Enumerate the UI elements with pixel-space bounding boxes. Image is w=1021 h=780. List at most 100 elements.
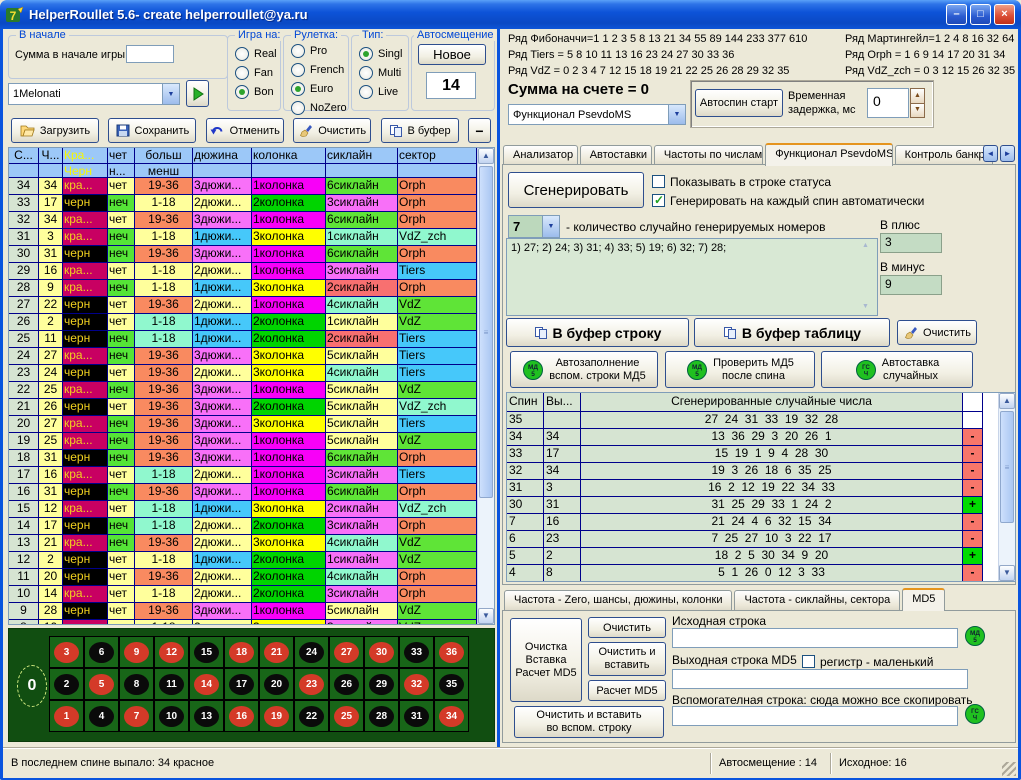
roulette-number-0[interactable]: 0	[17, 665, 47, 707]
table-row[interactable]: 289кра...неч1-181дюжи...3колонка2сиклайн…	[9, 280, 478, 297]
roulette-number-18[interactable]: 18	[229, 642, 254, 663]
roulette-number-11[interactable]: 11	[159, 674, 184, 695]
roulette-number-28[interactable]: 28	[369, 706, 394, 727]
tab-частоты-по-числам[interactable]: Частоты по числам	[654, 145, 763, 166]
table-row[interactable]: 1831черннеч19-363дюжи...1колонка6сиклайн…	[9, 450, 478, 467]
roulette-number-8[interactable]: 8	[124, 674, 149, 695]
textarea-scroll-up-icon[interactable]: ▲	[862, 239, 877, 254]
roulette-number-27[interactable]: 27	[334, 642, 359, 663]
roulette-number-2[interactable]: 2	[54, 674, 79, 695]
count-combobox[interactable]: 7 ▼	[508, 215, 560, 238]
roulette-number-7[interactable]: 7	[124, 706, 149, 727]
md5-icon[interactable]: МД5	[964, 625, 986, 650]
spinner-up-icon[interactable]: ▲	[911, 89, 924, 104]
table-row[interactable]: 2916кра...чет1-182дюжи...1колонка3сиклай…	[9, 263, 478, 280]
roulette-number-24[interactable]: 24	[299, 642, 324, 663]
profile-combobox[interactable]: 1Melonati ▼	[8, 83, 180, 105]
roulette-number-9[interactable]: 9	[124, 642, 149, 663]
generated-row[interactable]: 331715 19 1 9 4 28 30-	[507, 446, 984, 463]
chevron-down-icon[interactable]: ▼	[542, 216, 559, 237]
md5-clear-paste-button[interactable]: Очистить и вставить	[588, 642, 666, 676]
clear-paste-aux-button[interactable]: Очистить и вставить во вспом. строку	[514, 706, 664, 738]
roulette-number-16[interactable]: 16	[229, 706, 254, 727]
tab-автоставки[interactable]: Автоставки	[580, 145, 652, 166]
radio-option-singl[interactable]: Singl	[352, 44, 408, 63]
table-row[interactable]: 3434кра...чет19-363дюжи...1колонка6сикла…	[9, 178, 478, 195]
tab-частота-сиклайны-сектора[interactable]: Частота - сиклайны, сектора	[734, 590, 900, 611]
generated-textarea[interactable]: 1) 27; 2) 24; 3) 31; 4) 33; 5) 19; 6) 32…	[506, 238, 878, 316]
radio-option-fan[interactable]: Fan	[228, 63, 280, 82]
table-row[interactable]: 1716кра...чет1-182дюжи...1колонка3сиклай…	[9, 467, 478, 484]
generated-row[interactable]: 303131 25 29 33 1 24 2+	[507, 497, 984, 514]
roulette-number-12[interactable]: 12	[159, 642, 184, 663]
start-sum-input[interactable]	[126, 45, 174, 63]
checkbox-generate-auto[interactable]	[652, 194, 665, 207]
toolbar-button-clear[interactable]: Очистить	[293, 118, 371, 143]
minimize-button[interactable]: –	[946, 4, 967, 25]
roulette-number-5[interactable]: 5	[89, 674, 114, 695]
table-row[interactable]: 122чернчет1-181дюжи...2колонка1сиклайнVd…	[9, 552, 478, 569]
toolbar-button-copy[interactable]: В буфер	[381, 118, 459, 143]
roulette-number-10[interactable]: 10	[159, 706, 184, 727]
toolbar-button-undo[interactable]: Отменить	[206, 118, 284, 143]
md5-clear-button[interactable]: Очистить	[588, 617, 666, 638]
table-row[interactable]: 313кра...неч1-181дюжи...3колонка1сиклайн…	[9, 229, 478, 246]
checkbox-register[interactable]	[802, 655, 815, 668]
table-row[interactable]: 1631черннеч19-363дюжи...1колонка6сиклайн…	[9, 484, 478, 501]
radio-option-live[interactable]: Live	[352, 82, 408, 101]
scroll-down-icon[interactable]: ▼	[478, 608, 494, 624]
roulette-number-29[interactable]: 29	[369, 674, 394, 695]
radio-option-nozero[interactable]: NoZero	[284, 98, 348, 117]
roulette-number-25[interactable]: 25	[334, 706, 359, 727]
radio-option-french[interactable]: French	[284, 60, 348, 79]
textarea-scroll-down-icon[interactable]: ▼	[862, 300, 877, 315]
scrollbar-thumb[interactable]: ≡	[479, 166, 493, 498]
roulette-number-35[interactable]: 35	[439, 674, 464, 695]
close-button[interactable]: ×	[994, 4, 1015, 25]
maximize-button[interactable]: □	[970, 4, 991, 25]
table-row[interactable]: 2126чернчет19-363дюжи...2колонка5сиклайн…	[9, 399, 478, 416]
roulette-number-22[interactable]: 22	[299, 706, 324, 727]
tab-функционал-psevdoms[interactable]: Функционал PsevdoMS	[765, 143, 892, 166]
tab-частота-zero-шансы-дюжины-колонки[interactable]: Частота - Zero, шансы, дюжины, колонки	[504, 590, 732, 611]
table-row[interactable]: 262чернчет1-181дюжи...2колонка1сиклайнVd…	[9, 314, 478, 331]
history-table-scrollbar[interactable]: ▲ ≡ ▼	[477, 148, 494, 624]
output-string-input[interactable]	[672, 669, 968, 689]
generated-row[interactable]: 3527 24 31 33 19 32 28	[507, 412, 984, 429]
generate-button[interactable]: Сгенерировать	[508, 172, 644, 208]
table-row[interactable]: 1417черннеч1-182дюжи...2колонка3сиклайнO…	[9, 518, 478, 535]
roulette-number-33[interactable]: 33	[404, 642, 429, 663]
table-row[interactable]: 2427кра...неч19-363дюжи...3колонка5сикла…	[9, 348, 478, 365]
roulette-number-19[interactable]: 19	[264, 706, 289, 727]
toolbar-button-save[interactable]: Сохранить	[108, 118, 196, 143]
roulette-number-30[interactable]: 30	[369, 642, 394, 663]
table-row[interactable]: 810кра...чет1-182дюжи...3колонка3сиклайн…	[9, 620, 478, 625]
roulette-number-36[interactable]: 36	[439, 642, 464, 663]
chevron-down-icon[interactable]: ▼	[668, 105, 685, 124]
md5-icon[interactable]: ГСЧ	[964, 703, 986, 728]
resize-grip[interactable]	[1002, 762, 1016, 776]
generated-row[interactable]: 6237 25 27 10 3 22 17-	[507, 531, 984, 548]
checkbox-show-status[interactable]	[652, 175, 665, 188]
toolbar-button-load[interactable]: Загрузить	[11, 118, 99, 143]
generated-row[interactable]: 323419 3 26 18 6 35 25-	[507, 463, 984, 480]
buffer-line-button[interactable]: В буфер строку	[506, 318, 689, 347]
title-bar[interactable]: 7 HelperRoullet 5.6- create helperroulle…	[0, 0, 1021, 29]
table-row[interactable]: 1321кра...неч19-362дюжи...3колонка4сикла…	[9, 535, 478, 552]
toolbar-button-minus[interactable]: −	[468, 118, 491, 143]
roulette-number-15[interactable]: 15	[194, 642, 219, 663]
radio-option-euro[interactable]: Euro	[284, 79, 348, 98]
generated-row[interactable]: 343413 36 29 3 20 26 1-	[507, 429, 984, 446]
roulette-number-23[interactable]: 23	[299, 674, 324, 695]
tab-контроль-банкро[interactable]: Контроль банкро	[895, 145, 993, 166]
table-row[interactable]: 2225кра...неч19-363дюжи...1колонка5сикла…	[9, 382, 478, 399]
play-button[interactable]	[186, 80, 209, 107]
delay-input[interactable]: 0	[867, 88, 909, 118]
roulette-number-14[interactable]: 14	[194, 674, 219, 695]
roulette-number-20[interactable]: 20	[264, 674, 289, 695]
md5-big-button[interactable]: Очистка Вставка Расчет MD5	[510, 618, 582, 702]
scroll-up-icon[interactable]: ▲	[478, 148, 494, 164]
table-row[interactable]: 1120чернчет19-362дюжи...2колонка4сиклайн…	[9, 569, 478, 586]
roulette-number-6[interactable]: 6	[89, 642, 114, 663]
table-row[interactable]: 2722чернчет19-362дюжи...1колонка4сиклайн…	[9, 297, 478, 314]
